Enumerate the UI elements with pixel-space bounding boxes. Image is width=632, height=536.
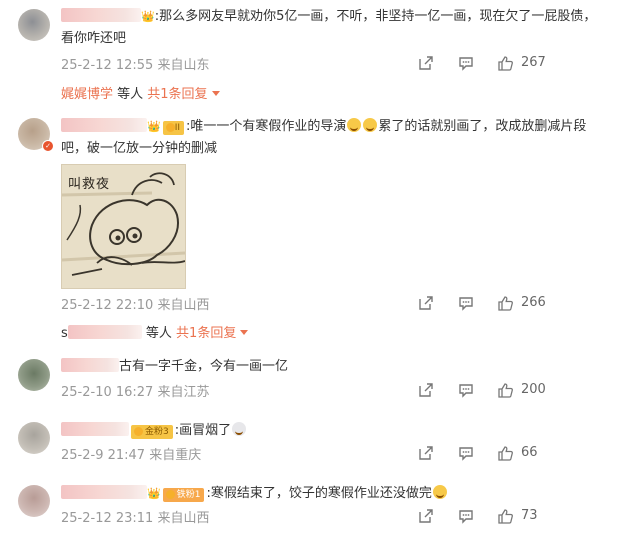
crown-icon: 👑 [141,10,155,23]
username-masked[interactable] [61,118,147,132]
reply-user[interactable]: 娓娓博学 [61,87,113,102]
chevron-down-icon[interactable] [211,91,220,96]
avatar[interactable] [18,422,50,454]
image-caption: 叫救夜 [68,177,111,192]
view-replies-link[interactable]: 共1条回复 [176,326,236,341]
like-count: 267 [521,55,546,70]
avatar[interactable] [18,359,50,391]
share-icon[interactable] [418,55,434,71]
crown-icon: 👑 [147,487,161,500]
fan-level-badge: 铁粉1 [162,488,205,502]
comment-icon[interactable] [458,55,474,71]
reply-summary: 娓娓博学 等人 共1条回复 [61,83,220,102]
thumbs-up-icon[interactable] [497,508,514,525]
thumbs-up-icon[interactable] [497,382,514,399]
username-masked[interactable] [61,358,119,372]
share-icon[interactable] [418,445,434,461]
crown-icon: 👑 [147,120,161,133]
thumbs-up-icon[interactable] [497,55,514,72]
comment-icon[interactable] [458,445,474,461]
comment-text: 古有一字千金，今有一画一亿 [61,356,609,378]
comment-icon[interactable] [458,508,474,524]
laughing-emoji-icon [363,118,378,132]
thumbs-up-icon[interactable] [497,295,514,312]
comment-text: 👑 II:唯一一个有寒假作业的导演 累了的话就别画了，改成放删减片段 吧，破一亿放一分… [61,116,609,160]
share-icon[interactable] [418,382,434,398]
comment-actions: 267 [418,53,618,73]
laughing-emoji-icon [347,118,362,132]
cat-emoji-icon [432,485,447,499]
comment-image[interactable]: 叫救夜 [61,164,186,289]
comment-text: 👑 铁粉1:寒假结束了，饺子的寒假作业还没做完 [61,483,609,505]
comment-meta: 25-2-12 22:10 来自山西 [61,298,210,313]
username-masked[interactable] [67,325,142,339]
comment-actions: 266 [418,293,618,313]
avatar[interactable] [18,9,50,41]
comment-meta: 25-2-9 21:47 来自重庆 [61,448,202,463]
username-masked[interactable] [61,422,129,436]
view-replies-link[interactable]: 共1条回复 [147,87,207,102]
like-count: 266 [521,295,546,310]
comment-meta: 25-2-10 16:27 来自江苏 [61,385,210,400]
share-icon[interactable] [418,508,434,524]
comment-text: 金粉3:画冒烟了 [61,420,609,442]
verified-badge-icon: ✓ [42,140,54,152]
comment-meta: 25-2-12 12:55 来自山东 [61,58,210,73]
username-masked[interactable] [61,485,147,499]
thumbs-up-icon[interactable] [497,445,514,462]
comment-icon[interactable] [458,382,474,398]
comment-actions: 73 [418,506,618,526]
reply-summary: s 等人 共1条回复 [61,322,249,341]
avatar[interactable] [18,485,50,517]
comment-actions: 200 [418,380,618,400]
username-masked[interactable] [61,8,141,22]
chevron-down-icon[interactable] [240,330,249,335]
comment-actions: 66 [418,443,618,463]
fan-level-badge: 金粉3 [131,425,173,439]
comment-icon[interactable] [458,295,474,311]
like-count: 73 [521,508,538,523]
level-badge: II [162,121,185,135]
comment-text: 👑:那么多网友早就劝你5亿一画，不听，非坚持一亿一画，现在欠了一屁股债， 看你咋还… [61,6,609,50]
like-count: 66 [521,445,538,460]
share-icon[interactable] [418,295,434,311]
like-count: 200 [521,382,546,397]
reply-user[interactable]: s [61,326,68,341]
comment-meta: 25-2-12 23:11 来自山西 [61,511,210,526]
dizzy-emoji-icon [232,422,247,436]
